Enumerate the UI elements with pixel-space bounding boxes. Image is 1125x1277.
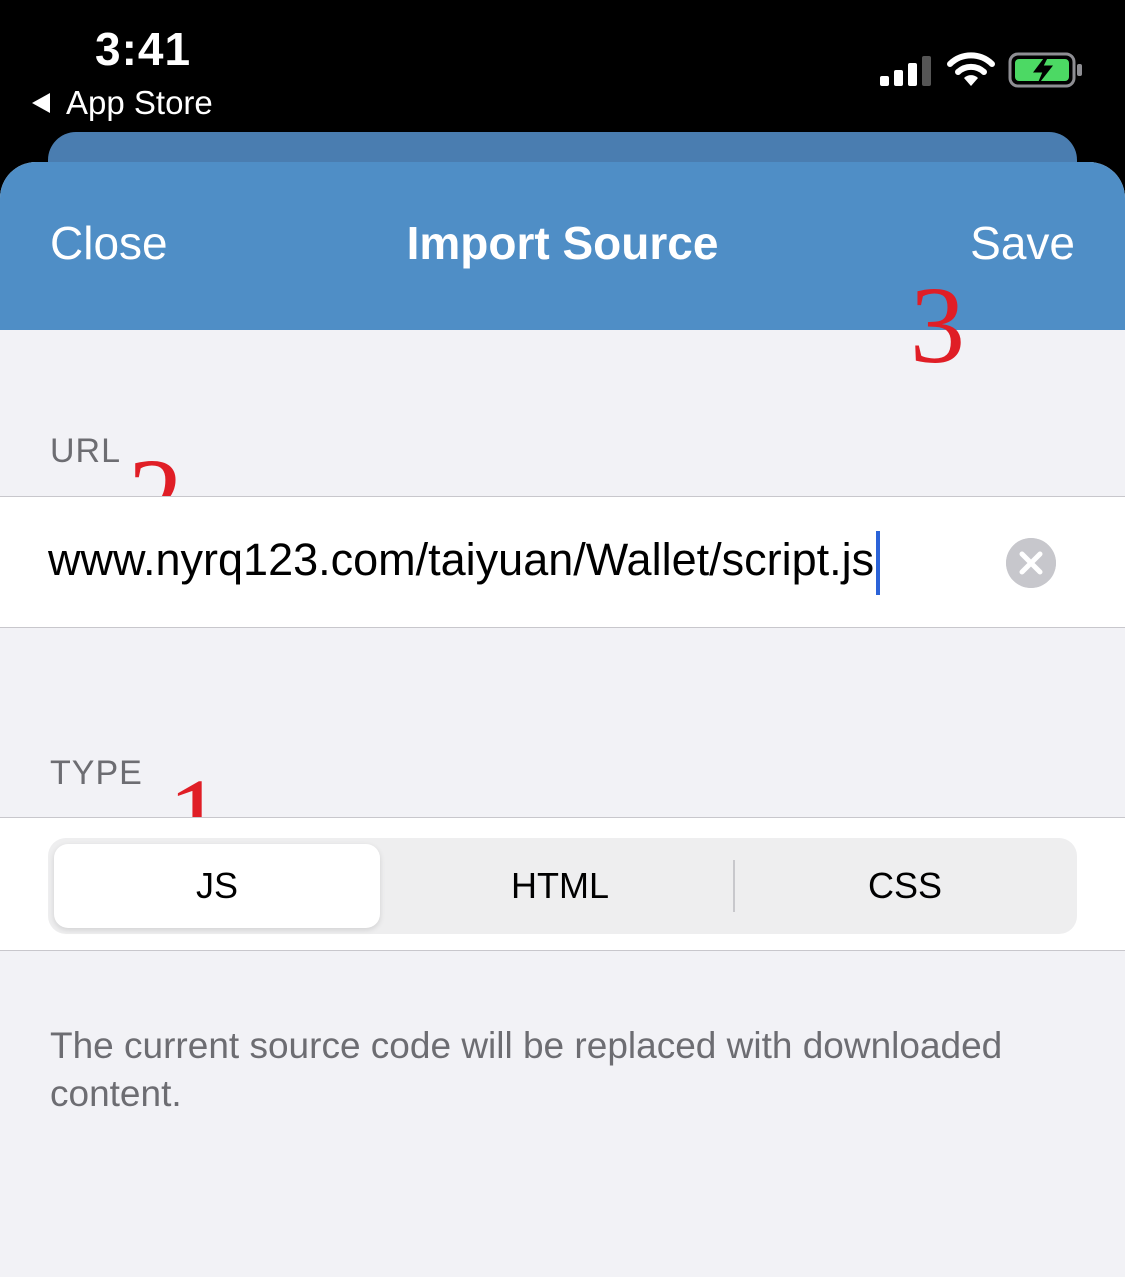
text-caret <box>876 531 881 595</box>
import-source-sheet: Close Import Source Save 3 URL 2 www.nyr… <box>0 162 1125 1277</box>
url-input[interactable]: www.nyrq123.com/taiyuan/Wallet/script.js <box>48 531 998 595</box>
wifi-icon <box>947 52 995 86</box>
url-input-value: www.nyrq123.com/taiyuan/Wallet/script.js <box>48 533 875 585</box>
annotation-step-3: 3 <box>910 264 965 386</box>
segment-js[interactable]: JS <box>54 844 380 928</box>
save-button[interactable]: Save <box>970 216 1075 270</box>
url-section-label: URL <box>50 432 122 470</box>
status-time: 3:41 <box>95 23 192 75</box>
back-arrow-icon <box>32 93 50 113</box>
clear-circle-icon[interactable] <box>1006 538 1056 588</box>
battery-charging-icon <box>1008 52 1082 88</box>
segment-html[interactable]: HTML <box>388 844 732 928</box>
back-to-app-store-link[interactable]: App Store <box>32 84 213 122</box>
cellular-signal-icon <box>880 52 936 86</box>
segment-divider <box>733 860 735 912</box>
type-section-label: TYPE <box>50 754 143 792</box>
segment-css[interactable]: CSS <box>738 844 1072 928</box>
page-title: Import Source <box>406 217 719 269</box>
back-link-label: App Store <box>66 84 213 121</box>
type-segmented-control: JS HTML CSS <box>48 838 1077 934</box>
type-row: JS HTML CSS <box>0 817 1125 951</box>
replace-warning-note: The current source code will be replaced… <box>50 1025 1003 1114</box>
url-row: www.nyrq123.com/taiyuan/Wallet/script.js <box>0 496 1125 628</box>
